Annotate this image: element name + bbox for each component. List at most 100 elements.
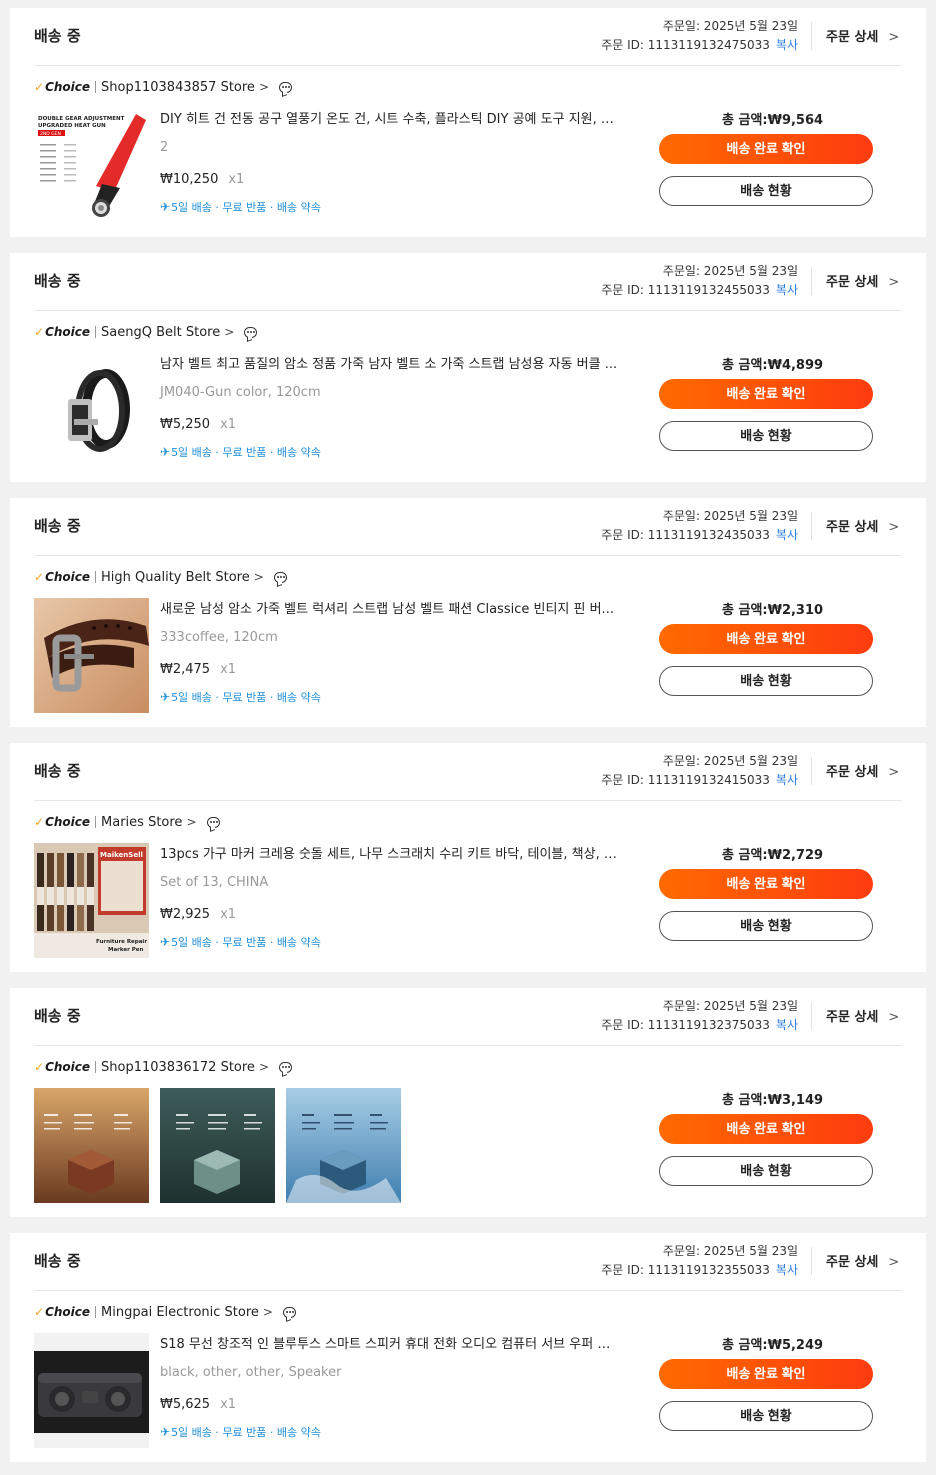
product-quantity: x1: [220, 1397, 237, 1412]
order-detail-link[interactable]: 주문 상세 >: [826, 271, 899, 290]
order-card: 배송 중 주문일: 2025년 5월 23일 주문 ID: 1113119132…: [10, 1233, 926, 1462]
track-shipment-button[interactable]: 배송 현황: [659, 1401, 873, 1431]
order-id: 주문 ID: 1113119132455033: [601, 283, 770, 297]
chat-bubble-icon[interactable]: [279, 81, 292, 93]
store-name-link[interactable]: Maries Store: [101, 815, 182, 830]
product-title-link[interactable]: S18 무선 창조적 인 블루투스 스마트 스피커 휴대 전화 오디오 컴퓨터 …: [160, 1333, 620, 1352]
confirm-delivery-button[interactable]: 배송 완료 확인: [659, 379, 873, 409]
copy-order-id-link[interactable]: 복사: [776, 773, 798, 787]
product-image[interactable]: [286, 1088, 401, 1203]
header-divider: [811, 757, 812, 785]
product-image[interactable]: DOUBLE GEAR ADJUSTMENT UPGRADED HEAT GUN…: [34, 108, 149, 223]
product-title-link[interactable]: 13pcs 가구 마커 크레용 숫돌 세트, 나무 스크래치 수리 키트 바닥,…: [160, 843, 620, 862]
order-status: 배송 중: [34, 27, 81, 45]
order-id: 주문 ID: 1113119132355033: [601, 1263, 770, 1277]
store-name-link[interactable]: SaengQ Belt Store: [101, 325, 220, 340]
chat-bubble-icon[interactable]: [279, 1061, 292, 1073]
chat-bubble-icon[interactable]: [282, 1306, 296, 1318]
check-icon: ✓: [34, 815, 45, 829]
product-title-link[interactable]: DIY 히트 건 전동 공구 열풍기 온도 건, 시트 수축, 플라스틱 DIY…: [160, 108, 620, 127]
order-header: 배송 중 주문일: 2025년 5월 23일 주문 ID: 1113119132…: [10, 1233, 926, 1290]
image-caption: MaikenSell: [100, 851, 143, 859]
choice-label: Choice: [45, 1305, 91, 1319]
plane-icon: ✈: [160, 445, 171, 459]
order-detail-link[interactable]: 주문 상세 >: [826, 761, 899, 780]
header-divider: [811, 267, 812, 295]
order-id-row: 주문 ID: 1113119132435033 복사: [601, 526, 798, 543]
confirm-delivery-button[interactable]: 배송 완료 확인: [659, 1359, 873, 1389]
product-price: ₩5,250: [160, 417, 211, 432]
product-image[interactable]: [34, 598, 149, 713]
order-header: 배송 중 주문일: 2025년 5월 23일 주문 ID: 1113119132…: [10, 988, 926, 1045]
confirm-delivery-button[interactable]: 배송 완료 확인: [659, 624, 873, 654]
chat-bubble-icon[interactable]: [206, 816, 220, 828]
check-icon: ✓: [34, 80, 45, 94]
order-total: 총 금액:₩2,729: [722, 848, 824, 863]
shipping-info: ✈5일 배송 · 무료 반품 · 배송 약속: [160, 1424, 321, 1440]
product-price-row: ₩5,250 x1: [160, 417, 236, 432]
choice-divider: [95, 571, 97, 583]
chat-bubble-icon[interactable]: [273, 571, 287, 583]
product-image[interactable]: MaikenSell Furniture Repair Marker Pen: [34, 843, 149, 958]
product-title-link[interactable]: 새로운 남성 암소 가죽 벨트 럭셔리 스트랩 남성 벨트 패션 Classic…: [160, 598, 620, 617]
store-name-link[interactable]: Mingpai Electronic Store: [101, 1305, 259, 1320]
chevron-right-icon: >: [888, 1255, 900, 1270]
shipping-text: 5일 배송 · 무료 반품 · 배송 약속: [171, 1426, 321, 1439]
choice-badge: ✓Choice: [34, 1060, 90, 1074]
copy-order-id-link[interactable]: 복사: [776, 1018, 798, 1032]
plane-icon: ✈: [160, 200, 171, 214]
check-icon: ✓: [34, 1305, 45, 1319]
product-title-link[interactable]: 남자 벨트 최고 품질의 암소 정품 가죽 남자 벨트 소 가죽 스트랩 남성용…: [160, 353, 620, 372]
store-name-link[interactable]: High Quality Belt Store: [101, 570, 250, 585]
order-detail-link[interactable]: 주문 상세 >: [826, 516, 899, 535]
order-date: 주문일: 2025년 5월 23일: [662, 1244, 798, 1258]
order-card: 배송 중 주문일: 2025년 5월 23일 주문 ID: 1113119132…: [10, 988, 926, 1217]
track-shipment-button[interactable]: 배송 현황: [659, 911, 873, 941]
product-image[interactable]: [160, 1088, 275, 1203]
product-image[interactable]: [34, 1088, 149, 1203]
header-divider: [811, 512, 812, 540]
confirm-delivery-button[interactable]: 배송 완료 확인: [659, 869, 873, 899]
track-shipment-button[interactable]: 배송 현황: [659, 421, 873, 451]
check-icon: ✓: [34, 1060, 45, 1074]
order-detail-link[interactable]: 주문 상세 >: [826, 1251, 899, 1270]
product-quantity: x1: [220, 417, 237, 432]
order-id: 주문 ID: 1113119132415033: [601, 773, 770, 787]
choice-divider: [95, 1061, 97, 1073]
track-shipment-button[interactable]: 배송 현황: [659, 666, 873, 696]
chevron-right-icon: >: [258, 1060, 269, 1074]
chevron-right-icon: >: [888, 765, 900, 780]
copy-order-id-link[interactable]: 복사: [776, 283, 798, 297]
track-shipment-button[interactable]: 배송 현황: [659, 176, 873, 206]
header-divider: [811, 22, 812, 50]
store-row: ✓Choice High Quality Belt Store >: [34, 568, 287, 586]
order-total: 총 금액:₩2,310: [722, 603, 824, 618]
product-price-row: ₩2,475 x1: [160, 662, 236, 677]
order-detail-label: 주문 상세: [826, 1255, 879, 1270]
order-detail-label: 주문 상세: [826, 1010, 879, 1025]
product-quantity: x1: [220, 907, 237, 922]
confirm-delivery-button[interactable]: 배송 완료 확인: [659, 134, 873, 164]
confirm-delivery-button[interactable]: 배송 완료 확인: [659, 1114, 873, 1144]
header-divider-line: [34, 1045, 902, 1046]
track-shipment-button[interactable]: 배송 현황: [659, 1156, 873, 1186]
chat-bubble-icon[interactable]: [244, 326, 258, 338]
copy-order-id-link[interactable]: 복사: [776, 38, 798, 52]
chevron-right-icon: >: [253, 570, 264, 584]
order-detail-label: 주문 상세: [826, 275, 879, 290]
image-badge: 2ND GEN: [40, 131, 61, 137]
order-detail-link[interactable]: 주문 상세 >: [826, 26, 899, 45]
store-name-link[interactable]: Shop1103843857 Store: [101, 80, 255, 95]
copy-order-id-link[interactable]: 복사: [776, 528, 798, 542]
header-divider-line: [34, 800, 902, 801]
store-row: ✓Choice Maries Store >: [34, 813, 220, 831]
order-detail-link[interactable]: 주문 상세 >: [826, 1006, 899, 1025]
product-image[interactable]: [34, 353, 149, 468]
product-price-row: ₩2,925 x1: [160, 907, 236, 922]
header-divider-line: [34, 310, 902, 311]
product-image[interactable]: [34, 1333, 149, 1448]
copy-order-id-link[interactable]: 복사: [776, 1263, 798, 1277]
store-row: ✓Choice SaengQ Belt Store >: [34, 323, 258, 341]
order-status: 배송 중: [34, 1252, 81, 1270]
store-name-link[interactable]: Shop1103836172 Store: [101, 1060, 255, 1075]
